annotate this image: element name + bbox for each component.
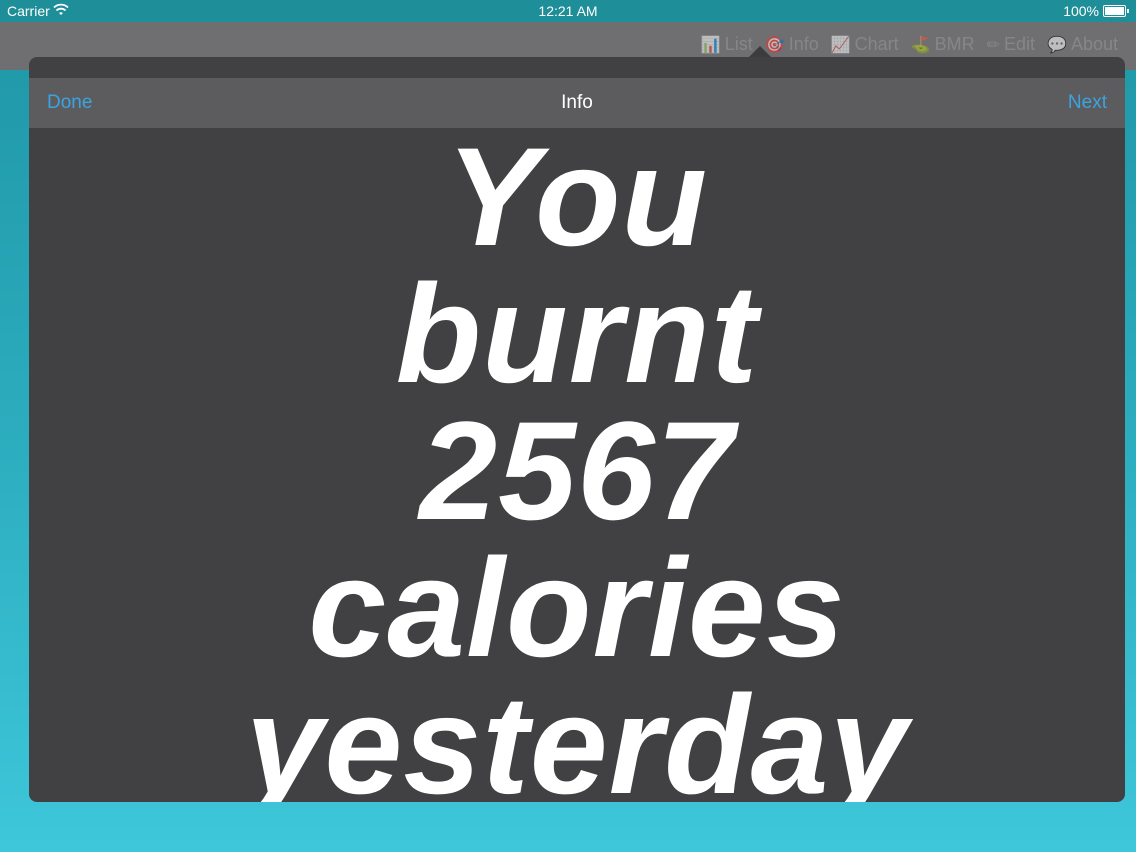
pencil-icon: ✏	[986, 36, 1000, 54]
speech-bubble-icon: 💬	[1047, 36, 1067, 54]
message-line: burnt	[395, 255, 759, 412]
message-line: You	[445, 118, 709, 275]
toolbar-item-label: About	[1070, 34, 1118, 54]
calories-message: You burnt 2567 calories yesterday	[29, 118, 1125, 803]
popover-title: Info	[561, 92, 593, 113]
battery-icon	[1103, 5, 1129, 17]
line-chart-icon: 📈	[830, 36, 851, 54]
next-button[interactable]: Next	[1068, 92, 1107, 114]
info-popover: Done Info Next You burnt 2567 calories y…	[29, 57, 1125, 802]
message-line-calorie-count: 2567	[419, 392, 735, 549]
status-time: 12:21 AM	[538, 3, 598, 19]
bar-chart-icon: 📊	[700, 36, 721, 54]
message-line: yesterday	[245, 666, 909, 803]
message-line: calories	[308, 529, 846, 686]
toolbar-item-list[interactable]: 📊 List	[701, 34, 753, 55]
battery-percent: 100%	[1063, 3, 1099, 19]
toolbar-item-about[interactable]: 💬 About	[1047, 34, 1118, 55]
toolbar-item-label: Chart	[854, 34, 899, 54]
toolbar-item-bmr[interactable]: ⛳ BMR	[911, 34, 975, 55]
status-bar: Carrier 12:21 AM 100%	[0, 0, 1136, 22]
toolbar-item-info[interactable]: 🎯 Info	[765, 34, 819, 55]
toolbar-item-label: Info	[788, 34, 819, 54]
toolbar-item-label: Edit	[1004, 34, 1036, 54]
bmr-icon: ⛳	[910, 36, 931, 54]
toolbar-item-label: BMR	[934, 34, 975, 54]
toolbar-item-chart[interactable]: 📈 Chart	[831, 34, 899, 55]
toolbar-item-edit[interactable]: ✏ Edit	[987, 34, 1035, 55]
